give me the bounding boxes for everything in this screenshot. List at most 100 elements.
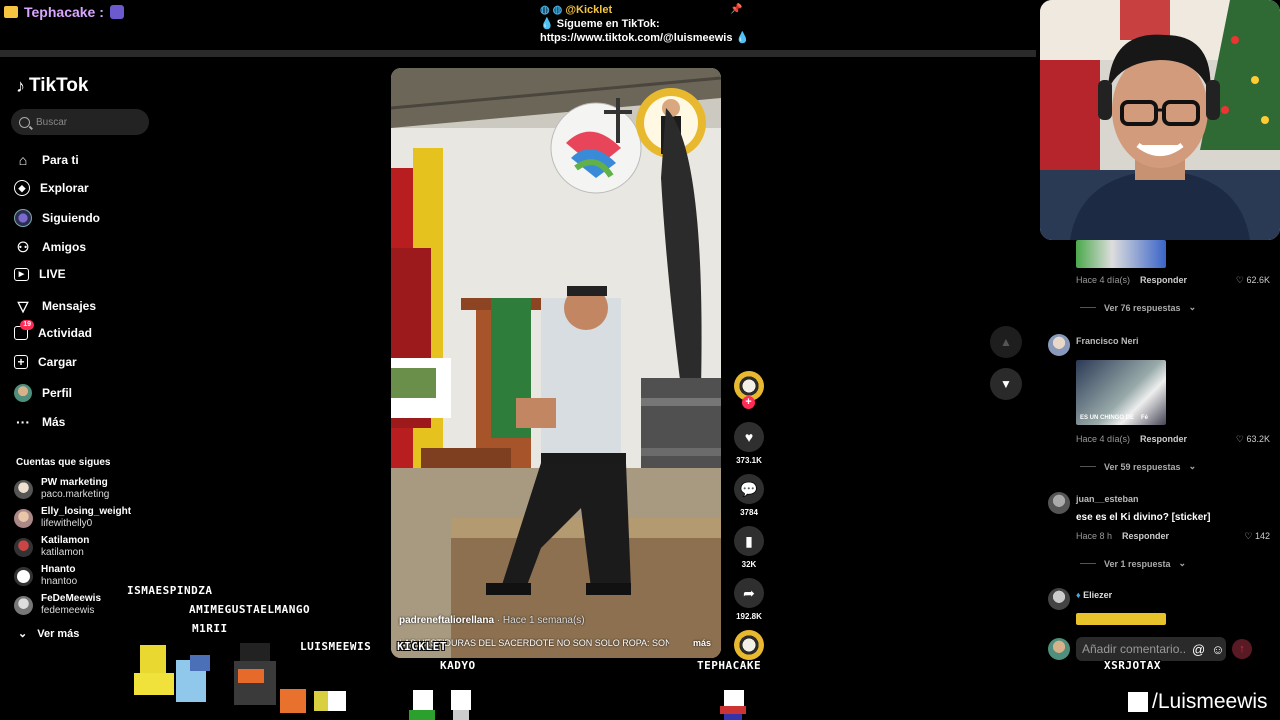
comment-action[interactable]: 💬 3784 xyxy=(733,474,765,517)
comment-like[interactable]: ♡ 62.6K xyxy=(1236,275,1270,286)
nav-item-live[interactable]: ▶ LIVE xyxy=(14,267,66,281)
nav-label: Cargar xyxy=(38,355,77,369)
comment-avatar[interactable] xyxy=(1048,588,1070,610)
like-count: 373.1K xyxy=(736,456,762,465)
account-item[interactable]: Elly_losing_weight lifewithelly0 xyxy=(14,506,131,530)
comment-time: Hace 4 día(s) xyxy=(1076,434,1131,444)
nav-item-mensajes[interactable]: ▽ Mensajes xyxy=(14,297,96,315)
viewer-name: XSRJOTAX xyxy=(1104,659,1161,672)
search-input[interactable] xyxy=(36,116,136,128)
comment-user[interactable]: juan__esteban xyxy=(1076,494,1139,504)
save-action[interactable]: ▮ 32K xyxy=(733,526,765,569)
viewer-sprites-2 xyxy=(409,690,471,720)
emote-icon xyxy=(109,5,124,19)
heart-icon[interactable]: ♥ xyxy=(734,422,764,452)
nav-item-explorar[interactable]: ◆ Explorar xyxy=(14,180,89,196)
chevron-down-icon: ▼ xyxy=(1000,377,1012,391)
divider xyxy=(1080,307,1096,308)
tiktok-logo-icon: ♪ xyxy=(16,75,25,96)
video-author-name: padreneftaliorellana xyxy=(399,615,495,626)
reply-button[interactable]: Responder xyxy=(1140,434,1187,444)
comment-like-count: 142 xyxy=(1254,531,1270,541)
account-name: FeDeMeewis xyxy=(41,593,102,604)
comment-user[interactable]: ♦ Eliezer xyxy=(1076,590,1112,600)
divider xyxy=(1080,563,1096,564)
nav-item-cargar[interactable]: + Cargar xyxy=(14,355,77,369)
live-icon: ▶ xyxy=(14,267,29,281)
webcam-image xyxy=(1040,0,1280,240)
viewer-sprite-3 xyxy=(720,690,746,720)
video-player[interactable]: padreneftaliorellana · Hace 1 semana(s) … xyxy=(391,68,721,658)
following-accounts-title: Cuentas que sigues xyxy=(16,457,111,468)
comment-input[interactable] xyxy=(1082,642,1186,656)
tiktok-logo[interactable]: ♪ TikTok xyxy=(16,75,88,97)
comment-input-bar: @ ☺ ↑ xyxy=(1048,636,1278,662)
like-action[interactable]: ♥ 373.1K xyxy=(733,422,765,465)
video-time: · Hace 1 semana(s) xyxy=(496,615,585,626)
nav-label: Perfil xyxy=(42,386,73,400)
comment-like[interactable]: ♡ 142 xyxy=(1244,531,1270,542)
share-action[interactable]: ➦ 192.8K xyxy=(733,578,765,621)
account-item[interactable]: PW marketing paco.marketing xyxy=(14,477,109,501)
music-disc-icon[interactable] xyxy=(734,630,764,660)
account-item[interactable]: FeDeMeewis fedemeewis xyxy=(14,593,101,617)
account-avatar xyxy=(14,479,33,499)
comment-field[interactable]: @ ☺ xyxy=(1076,637,1226,661)
friends-icon: ⚇ xyxy=(16,238,30,255)
view-replies-button[interactable]: Ver 1 respuesta ⌄ xyxy=(1080,558,1186,569)
share-count: 192.8K xyxy=(736,612,762,621)
chat-message: Tephacake : xyxy=(4,4,124,20)
nav-label: Para ti xyxy=(42,153,79,167)
view-replies-button[interactable]: Ver 59 respuestas ⌄ xyxy=(1080,461,1196,472)
bookmark-icon[interactable]: ▮ xyxy=(734,526,764,556)
view-replies-button[interactable]: Ver 76 respuestas ⌄ xyxy=(1080,302,1196,313)
pinned-line1: Sígueme en TikTok: xyxy=(556,18,660,30)
nav-item-mas[interactable]: ··· Más xyxy=(14,413,65,431)
channel-watermark: /Luismeewis xyxy=(1128,690,1268,714)
account-item[interactable]: Katilamon katilamon xyxy=(14,535,89,559)
account-item[interactable]: Hnanto hnantoo xyxy=(14,564,77,588)
save-count: 32K xyxy=(741,560,757,569)
viewer-name: KADYO xyxy=(440,659,476,672)
caption-more-button[interactable]: más xyxy=(693,638,711,648)
comment-avatar[interactable] xyxy=(1048,492,1070,514)
chevron-up-icon: ▲ xyxy=(1000,335,1012,349)
activity-badge: 19 xyxy=(20,320,34,330)
chevron-down-icon: ⌄ xyxy=(1188,302,1197,312)
share-icon[interactable]: ➦ xyxy=(734,578,764,608)
viewer-name: AMIMEGUSTAELMANGO xyxy=(189,603,311,616)
sidebar: ♪ TikTok ⌂ Para ti ◆ Explorar Siguiendo … xyxy=(0,57,160,657)
next-video-button[interactable]: ▼ xyxy=(990,368,1022,400)
comment-meta: Hace 4 día(s) Responder xyxy=(1076,275,1187,285)
view-replies-label: Ver 59 respuestas xyxy=(1104,461,1181,472)
nav-item-perfil[interactable]: Perfil xyxy=(14,384,72,402)
reply-button[interactable]: Responder xyxy=(1122,531,1169,541)
comment-meta: Hace 8 h Responder xyxy=(1076,531,1169,541)
video-author[interactable]: padreneftaliorellana · Hace 1 semana(s) xyxy=(399,615,585,626)
nav-item-actividad[interactable]: 19 Actividad xyxy=(14,320,92,340)
comment-image: ES UN CHINGO DE Fé xyxy=(1076,360,1166,425)
emoji-icon[interactable]: ☺ xyxy=(1211,642,1224,657)
channel-logo-icon xyxy=(1128,692,1148,712)
comment-icon[interactable]: 💬 xyxy=(734,474,764,504)
comment-like[interactable]: ♡ 63.2K xyxy=(1236,434,1270,445)
nav-label: Amigos xyxy=(42,240,87,254)
comment-avatar[interactable] xyxy=(1048,334,1070,356)
see-more-button[interactable]: ⌄ Ver más xyxy=(18,627,79,641)
reply-button[interactable]: Responder xyxy=(1140,275,1187,285)
profile-avatar-icon xyxy=(14,384,32,402)
follow-plus-button[interactable]: + xyxy=(742,396,755,409)
comment-user[interactable]: Francisco Neri xyxy=(1076,336,1139,346)
previous-video-button[interactable]: ▲ xyxy=(990,326,1022,358)
search-box[interactable] xyxy=(11,109,149,135)
viewer-name: ISMAESPINDZA xyxy=(127,584,213,597)
nav-label: Más xyxy=(42,415,66,429)
comment-image-text: ES UN CHINGO DE xyxy=(1080,415,1135,421)
comments-panel: Hace 4 día(s) Responder ♡ 62.6K Ver 76 r… xyxy=(1036,240,1280,660)
nav-item-para-ti[interactable]: ⌂ Para ti xyxy=(14,151,79,169)
view-replies-label: Ver 1 respuesta xyxy=(1104,558,1171,569)
nav-item-amigos[interactable]: ⚇ Amigos xyxy=(14,238,86,256)
send-arrow-icon[interactable]: ↑ xyxy=(1232,639,1252,659)
nav-item-siguiendo[interactable]: Siguiendo xyxy=(14,209,100,227)
mention-icon[interactable]: @ xyxy=(1192,642,1205,657)
